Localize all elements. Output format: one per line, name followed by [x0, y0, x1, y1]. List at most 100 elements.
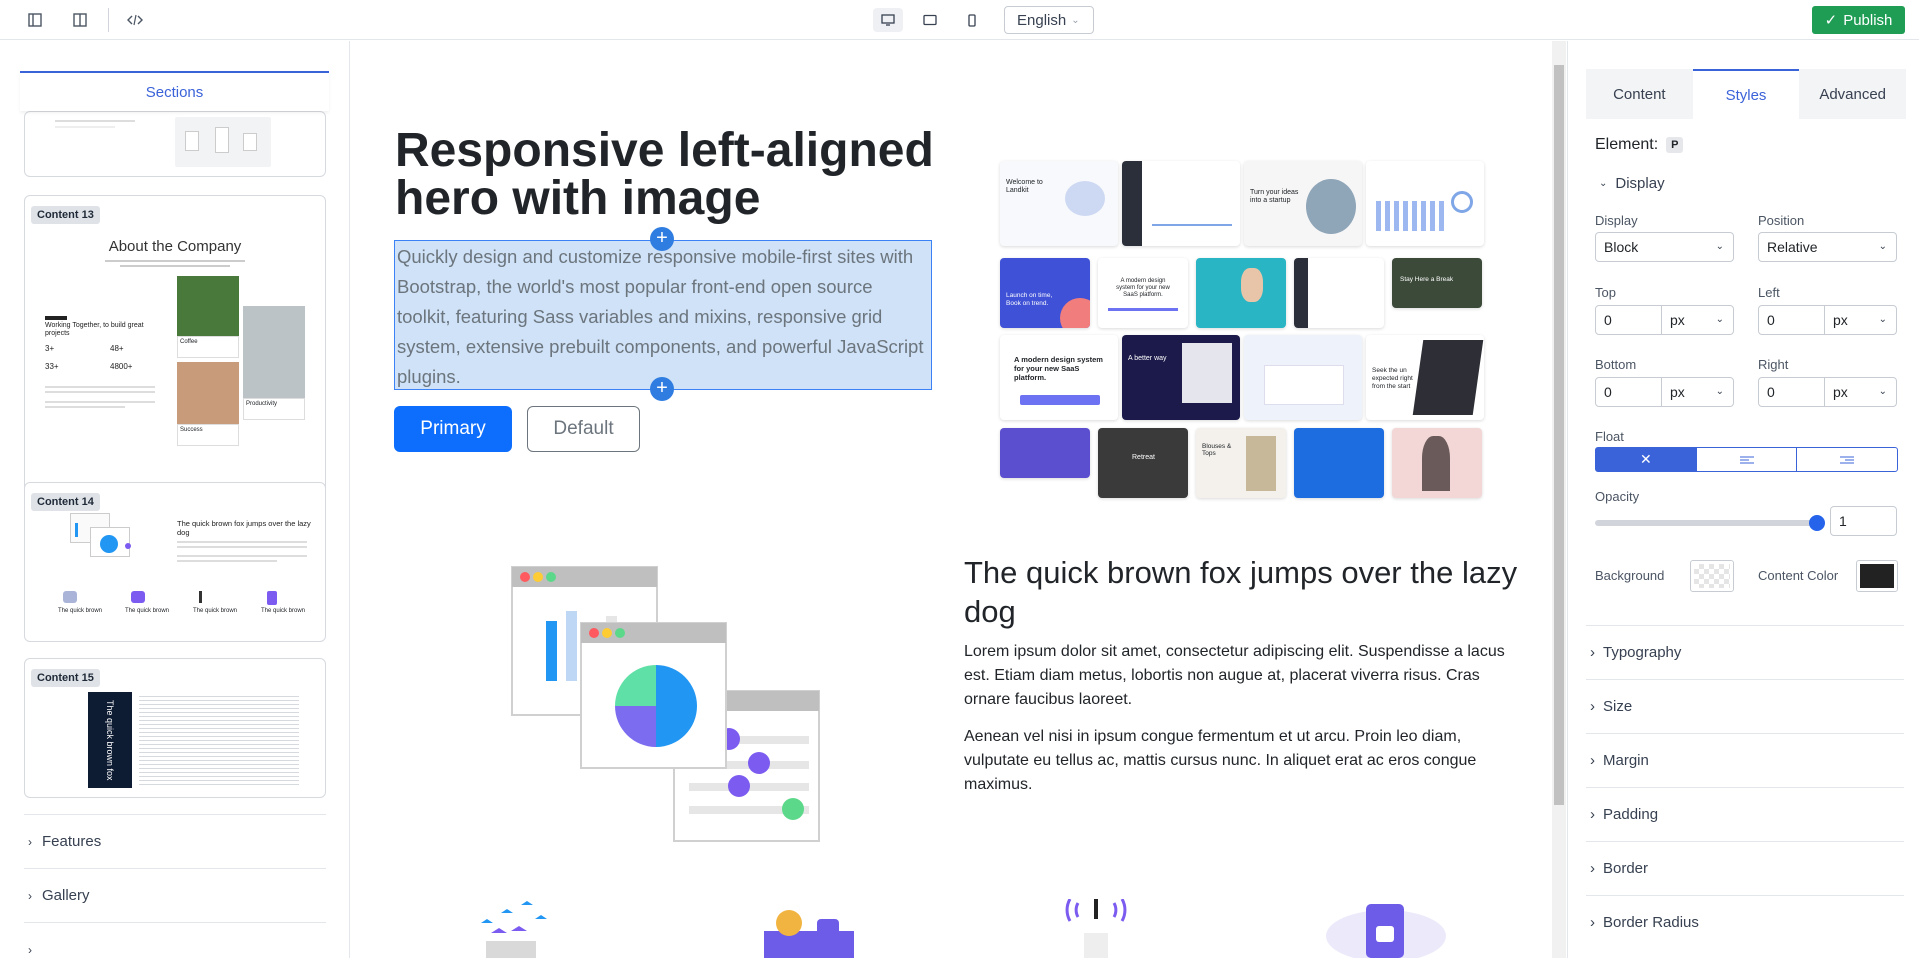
- label-pill: [45, 316, 67, 320]
- collage-thumb: Blouses & Tops: [1196, 428, 1286, 498]
- tab-advanced[interactable]: Advanced: [1799, 69, 1906, 119]
- hero-title[interactable]: Responsive left-aligned hero with image: [395, 127, 955, 223]
- add-below-icon[interactable]: +: [650, 377, 674, 401]
- section-card-partial[interactable]: [24, 111, 326, 177]
- accordion-border-radius[interactable]: › Border Radius: [1586, 895, 1904, 949]
- section-card-content-15[interactable]: Content 15 The quick brown fox: [24, 658, 326, 798]
- element-label: Element:: [1595, 136, 1659, 153]
- publish-button[interactable]: ✓ Publish: [1812, 6, 1905, 34]
- chevron-down-icon: ⌄: [1878, 241, 1887, 252]
- stat: 48+: [110, 344, 124, 353]
- hero-image-collage[interactable]: Welcome to Landkit Turn your ideas into …: [1000, 122, 1490, 498]
- feature-title[interactable]: The quick brown fox jumps over the lazy …: [964, 553, 1524, 631]
- split-view-icon[interactable]: [70, 10, 90, 30]
- section-badge: Content 15: [31, 669, 100, 687]
- top-unit-select[interactable]: px ⌄: [1661, 305, 1734, 335]
- chevron-down-icon: ⌄: [1071, 14, 1080, 26]
- accordion-typography[interactable]: › Typography: [1586, 625, 1904, 679]
- position-select[interactable]: Relative ⌄: [1758, 232, 1897, 262]
- accordion-size[interactable]: › Size: [1586, 679, 1904, 733]
- chevron-right-icon: ›: [1590, 644, 1595, 661]
- collage-thumb: Seek the un expected right from the star…: [1366, 335, 1484, 420]
- canvas-scrollbar[interactable]: [1552, 41, 1566, 958]
- placeholder-line: [55, 126, 115, 128]
- sidebar-left-icon[interactable]: [25, 10, 45, 30]
- primary-button[interactable]: Primary: [394, 406, 512, 452]
- code-icon[interactable]: [125, 10, 145, 30]
- properties-tabs: Content Styles Advanced: [1586, 69, 1906, 119]
- right-unit-select[interactable]: px ⌄: [1824, 377, 1897, 407]
- tab-sections[interactable]: Sections: [20, 71, 329, 111]
- unit-value: px: [1833, 312, 1848, 328]
- tab-content[interactable]: Content: [1586, 69, 1693, 119]
- collage-caption: Blouses & Tops: [1202, 443, 1232, 457]
- accordion-label: Size: [1603, 698, 1633, 715]
- top-input[interactable]: 0: [1595, 305, 1662, 335]
- float-right-icon[interactable]: [1796, 448, 1897, 471]
- default-button[interactable]: Default: [527, 406, 640, 452]
- accordion-padding[interactable]: › Padding: [1586, 787, 1904, 841]
- language-label: English: [1017, 11, 1067, 29]
- scrollbar-thumb[interactable]: [1554, 65, 1564, 805]
- opacity-input[interactable]: 1: [1830, 506, 1897, 536]
- collage-thumb: [1294, 428, 1384, 498]
- accordion-border[interactable]: › Border: [1586, 841, 1904, 895]
- placeholder-line: [177, 555, 307, 557]
- background-color-swatch[interactable]: [1690, 560, 1734, 592]
- float-none-icon[interactable]: ✕: [1596, 448, 1696, 471]
- display-select[interactable]: Block ⌄: [1595, 232, 1734, 262]
- collage-thumb: [1000, 428, 1090, 478]
- collage-thumb: [1196, 258, 1286, 328]
- mobile-view-icon[interactable]: [957, 8, 987, 32]
- right-input[interactable]: 0: [1758, 377, 1825, 407]
- category-features[interactable]: › Features: [24, 814, 326, 868]
- opacity-slider-thumb[interactable]: [1809, 515, 1825, 531]
- float-label: Float: [1595, 429, 1624, 444]
- category-gallery[interactable]: › Gallery: [24, 868, 326, 922]
- bottom-unit-select[interactable]: px ⌄: [1661, 377, 1734, 407]
- content-color-label: Content Color: [1758, 568, 1839, 583]
- collage-thumb: Retreat: [1098, 428, 1188, 498]
- bottom-input[interactable]: 0: [1595, 377, 1662, 407]
- add-above-icon[interactable]: +: [650, 227, 674, 251]
- opacity-slider[interactable]: [1595, 515, 1825, 531]
- bottom-label: Bottom: [1595, 357, 1637, 372]
- collage-caption: Welcome to Landkit: [1006, 179, 1043, 194]
- birds-box-illustration: [471, 893, 551, 958]
- float-left-icon[interactable]: [1695, 448, 1797, 471]
- section-card-content-14[interactable]: Content 14 The quick brown fox jumps ove…: [24, 482, 326, 642]
- collage-caption: Stay Here a Break: [1400, 276, 1454, 283]
- placeholder-line: [55, 120, 135, 122]
- placeholder-line: [45, 391, 155, 393]
- accordion-margin[interactable]: › Margin: [1586, 733, 1904, 787]
- chevron-right-icon: ›: [28, 888, 32, 903]
- category-next[interactable]: ›: [24, 922, 326, 958]
- desktop-view-icon[interactable]: [873, 8, 903, 32]
- content-color-swatch[interactable]: [1856, 560, 1898, 592]
- placeholder-line: [177, 560, 277, 562]
- hero-lead-selected[interactable]: Quickly design and customize responsive …: [394, 240, 932, 390]
- feature-paragraph-1[interactable]: Lorem ipsum dolor sit amet, consectetur …: [964, 640, 1524, 712]
- feature-paragraph-2[interactable]: Aenean vel nisi in ipsum congue fermentu…: [964, 725, 1524, 797]
- android-phone-illustration: [1321, 896, 1451, 958]
- category-label: Gallery: [42, 887, 90, 904]
- language-select[interactable]: English ⌄: [1004, 6, 1094, 34]
- display-group-toggle[interactable]: ⌄ Display: [1599, 175, 1665, 192]
- chevron-right-icon: ›: [1590, 806, 1595, 823]
- unit-value: px: [1833, 384, 1848, 400]
- tablet-view-icon[interactable]: [915, 8, 945, 32]
- collage-thumb: [1366, 161, 1484, 246]
- left-unit-select[interactable]: px ⌄: [1824, 305, 1897, 335]
- chevron-right-icon: ›: [28, 834, 32, 849]
- placeholder-line: [105, 260, 245, 262]
- chevron-down-icon: ⌄: [1878, 314, 1887, 325]
- top-toolbar: English ⌄ ✓ Publish: [0, 0, 1919, 40]
- element-indicator: Element: P: [1595, 136, 1684, 154]
- tab-styles[interactable]: Styles: [1692, 69, 1800, 119]
- collage-thumb: A better way: [1122, 335, 1240, 420]
- chevron-down-icon: ⌄: [1715, 241, 1724, 252]
- section-card-content-13[interactable]: Content 13 About the Company Working Tog…: [24, 195, 326, 505]
- chevron-down-icon: ⌄: [1878, 386, 1887, 397]
- collage-thumb: A modern design system for your new SaaS…: [1098, 258, 1188, 328]
- left-input[interactable]: 0: [1758, 305, 1825, 335]
